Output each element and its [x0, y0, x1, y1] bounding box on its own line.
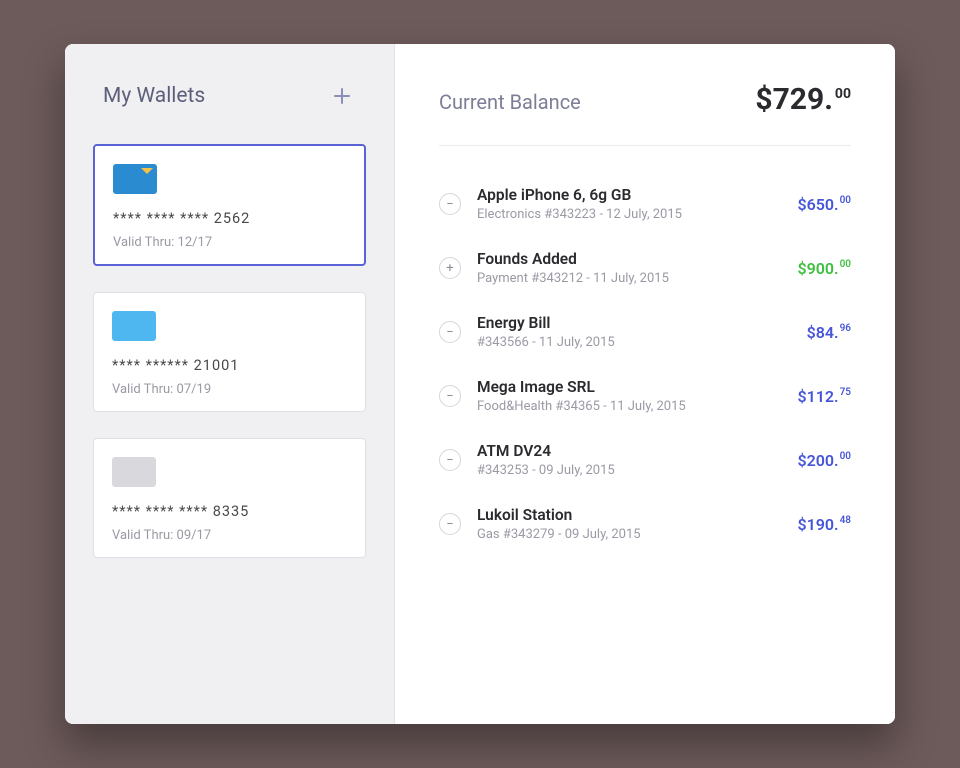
transaction-cents: 48	[840, 515, 851, 526]
wallet-card[interactable]: **** **** **** 8335 Valid Thru: 09/17	[93, 438, 366, 558]
transaction-amount: $112.75	[797, 387, 851, 406]
card-thumbnail	[113, 164, 157, 194]
transaction-row[interactable]: + Founds Added Payment #343212 - 11 July, …	[439, 236, 851, 300]
plus-icon	[333, 87, 351, 105]
transaction-body: Founds Added Payment #343212 - 11 July, 2…	[477, 250, 781, 286]
transaction-row[interactable]: −Apple iPhone 6, 6g GB Electronics #34322…	[439, 172, 851, 236]
card-valid-thru: Valid Thru: 09/17	[112, 528, 347, 543]
card-valid-thru: Valid Thru: 07/19	[112, 382, 347, 397]
transaction-currency: $	[797, 387, 806, 406]
transaction-currency: $	[797, 195, 806, 214]
transaction-cents: 00	[840, 259, 851, 270]
transaction-title: Mega Image SRL	[477, 378, 781, 396]
transaction-title: Founds Added	[477, 250, 781, 268]
transaction-list: −Apple iPhone 6, 6g GBElectronics #34322…	[439, 172, 851, 556]
transaction-body: Energy Bill #343566 - 11 July, 2015	[477, 314, 791, 350]
transaction-cents: 00	[840, 451, 851, 462]
transaction-subtitle: #343253 - 09 July, 2015	[477, 463, 781, 478]
transaction-cents: 96	[840, 323, 851, 334]
transaction-title: Energy Bill	[477, 314, 791, 332]
card-thumbnail	[112, 311, 156, 341]
transaction-body: Apple iPhone 6, 6g GB Electronics #343223…	[477, 186, 781, 222]
transaction-subtitle: Food&Health #34365 - 11 July, 2015	[477, 399, 781, 414]
add-wallet-button[interactable]	[328, 82, 356, 110]
sidebar: My Wallets **** **** **** 2562 Valid Thru…	[65, 44, 395, 724]
transaction-amount: $200.00	[797, 451, 851, 470]
transaction-subtitle: Gas #343279 - 09 July, 2015	[477, 527, 781, 542]
transaction-amount: $650.00	[797, 195, 851, 214]
transaction-whole: 650	[807, 195, 834, 214]
transaction-cents: 75	[840, 387, 851, 398]
transaction-title: Lukoil Station	[477, 506, 781, 524]
transaction-subtitle: Electronics #343223 - 12 July, 2015	[477, 207, 781, 222]
balance-whole: 729	[773, 82, 825, 117]
transaction-subtitle: Payment #343212 - 11 July, 2015	[477, 271, 781, 286]
minus-circle-icon: −	[439, 513, 461, 535]
transaction-amount: $84.96	[807, 323, 851, 342]
sidebar-title: My Wallets	[103, 84, 205, 108]
transaction-whole: 84	[816, 323, 834, 342]
transaction-row[interactable]: −Mega Image SRL Food&Health #34365 - 11 J…	[439, 364, 851, 428]
transaction-whole: 190	[807, 515, 834, 534]
card-number: **** **** **** 2562	[113, 210, 346, 227]
transaction-row[interactable]: −Energy Bill #343566 - 11 July, 2015 $84.9…	[439, 300, 851, 364]
transaction-title: ATM DV24	[477, 442, 781, 460]
transaction-title: Apple iPhone 6, 6g GB	[477, 186, 781, 204]
transaction-row[interactable]: −ATM DV24 #343253 - 09 July, 2015 $200.00	[439, 428, 851, 492]
balance-amount: $729.00	[755, 82, 851, 117]
transaction-whole: 112	[807, 387, 834, 406]
transaction-body: Lukoil Station Gas #343279 - 09 July, 201…	[477, 506, 781, 542]
transaction-subtitle: #343566 - 11 July, 2015	[477, 335, 791, 350]
card-valid-thru: Valid Thru: 12/17	[113, 235, 346, 250]
minus-circle-icon: −	[439, 449, 461, 471]
sidebar-header: My Wallets	[93, 82, 366, 110]
wallet-list: **** **** **** 2562Valid Thru: 12/17****…	[93, 144, 366, 558]
card-number: **** ****** 21001	[112, 357, 347, 374]
transaction-currency: $	[797, 515, 806, 534]
minus-circle-icon: −	[439, 385, 461, 407]
transaction-row[interactable]: −Lukoil Station Gas #343279 - 09 July, 20…	[439, 492, 851, 556]
transaction-body: Mega Image SRL Food&Health #34365 - 11 Ju…	[477, 378, 781, 414]
transaction-cents: 00	[840, 195, 851, 206]
wallet-card[interactable]: **** **** **** 2562 Valid Thru: 12/17	[93, 144, 366, 266]
minus-circle-icon: −	[439, 321, 461, 343]
wallet-app: My Wallets **** **** **** 2562 Valid Thru…	[65, 44, 895, 724]
minus-circle-icon: −	[439, 193, 461, 215]
transaction-amount: $900.00	[797, 259, 851, 278]
transaction-currency: $	[797, 259, 806, 278]
main-panel: Current Balance $729.00 −Apple iPhone 6,…	[395, 44, 895, 724]
transaction-currency: $	[797, 451, 806, 470]
transaction-whole: 200	[807, 451, 834, 470]
wallet-card[interactable]: **** ****** 21001 Valid Thru: 07/19	[93, 292, 366, 412]
transaction-whole: 900	[807, 259, 834, 278]
balance-row: Current Balance $729.00	[439, 82, 851, 146]
transaction-currency: $	[807, 323, 816, 342]
plus-circle-icon: +	[439, 257, 461, 279]
card-accent-icon	[141, 168, 153, 174]
transaction-amount: $190.48	[797, 515, 851, 534]
card-thumbnail	[112, 457, 156, 487]
balance-cents: 00	[835, 86, 851, 102]
balance-currency: $	[755, 82, 772, 117]
balance-label: Current Balance	[439, 90, 581, 114]
transaction-body: ATM DV24 #343253 - 09 July, 2015	[477, 442, 781, 478]
card-number: **** **** **** 8335	[112, 503, 347, 520]
